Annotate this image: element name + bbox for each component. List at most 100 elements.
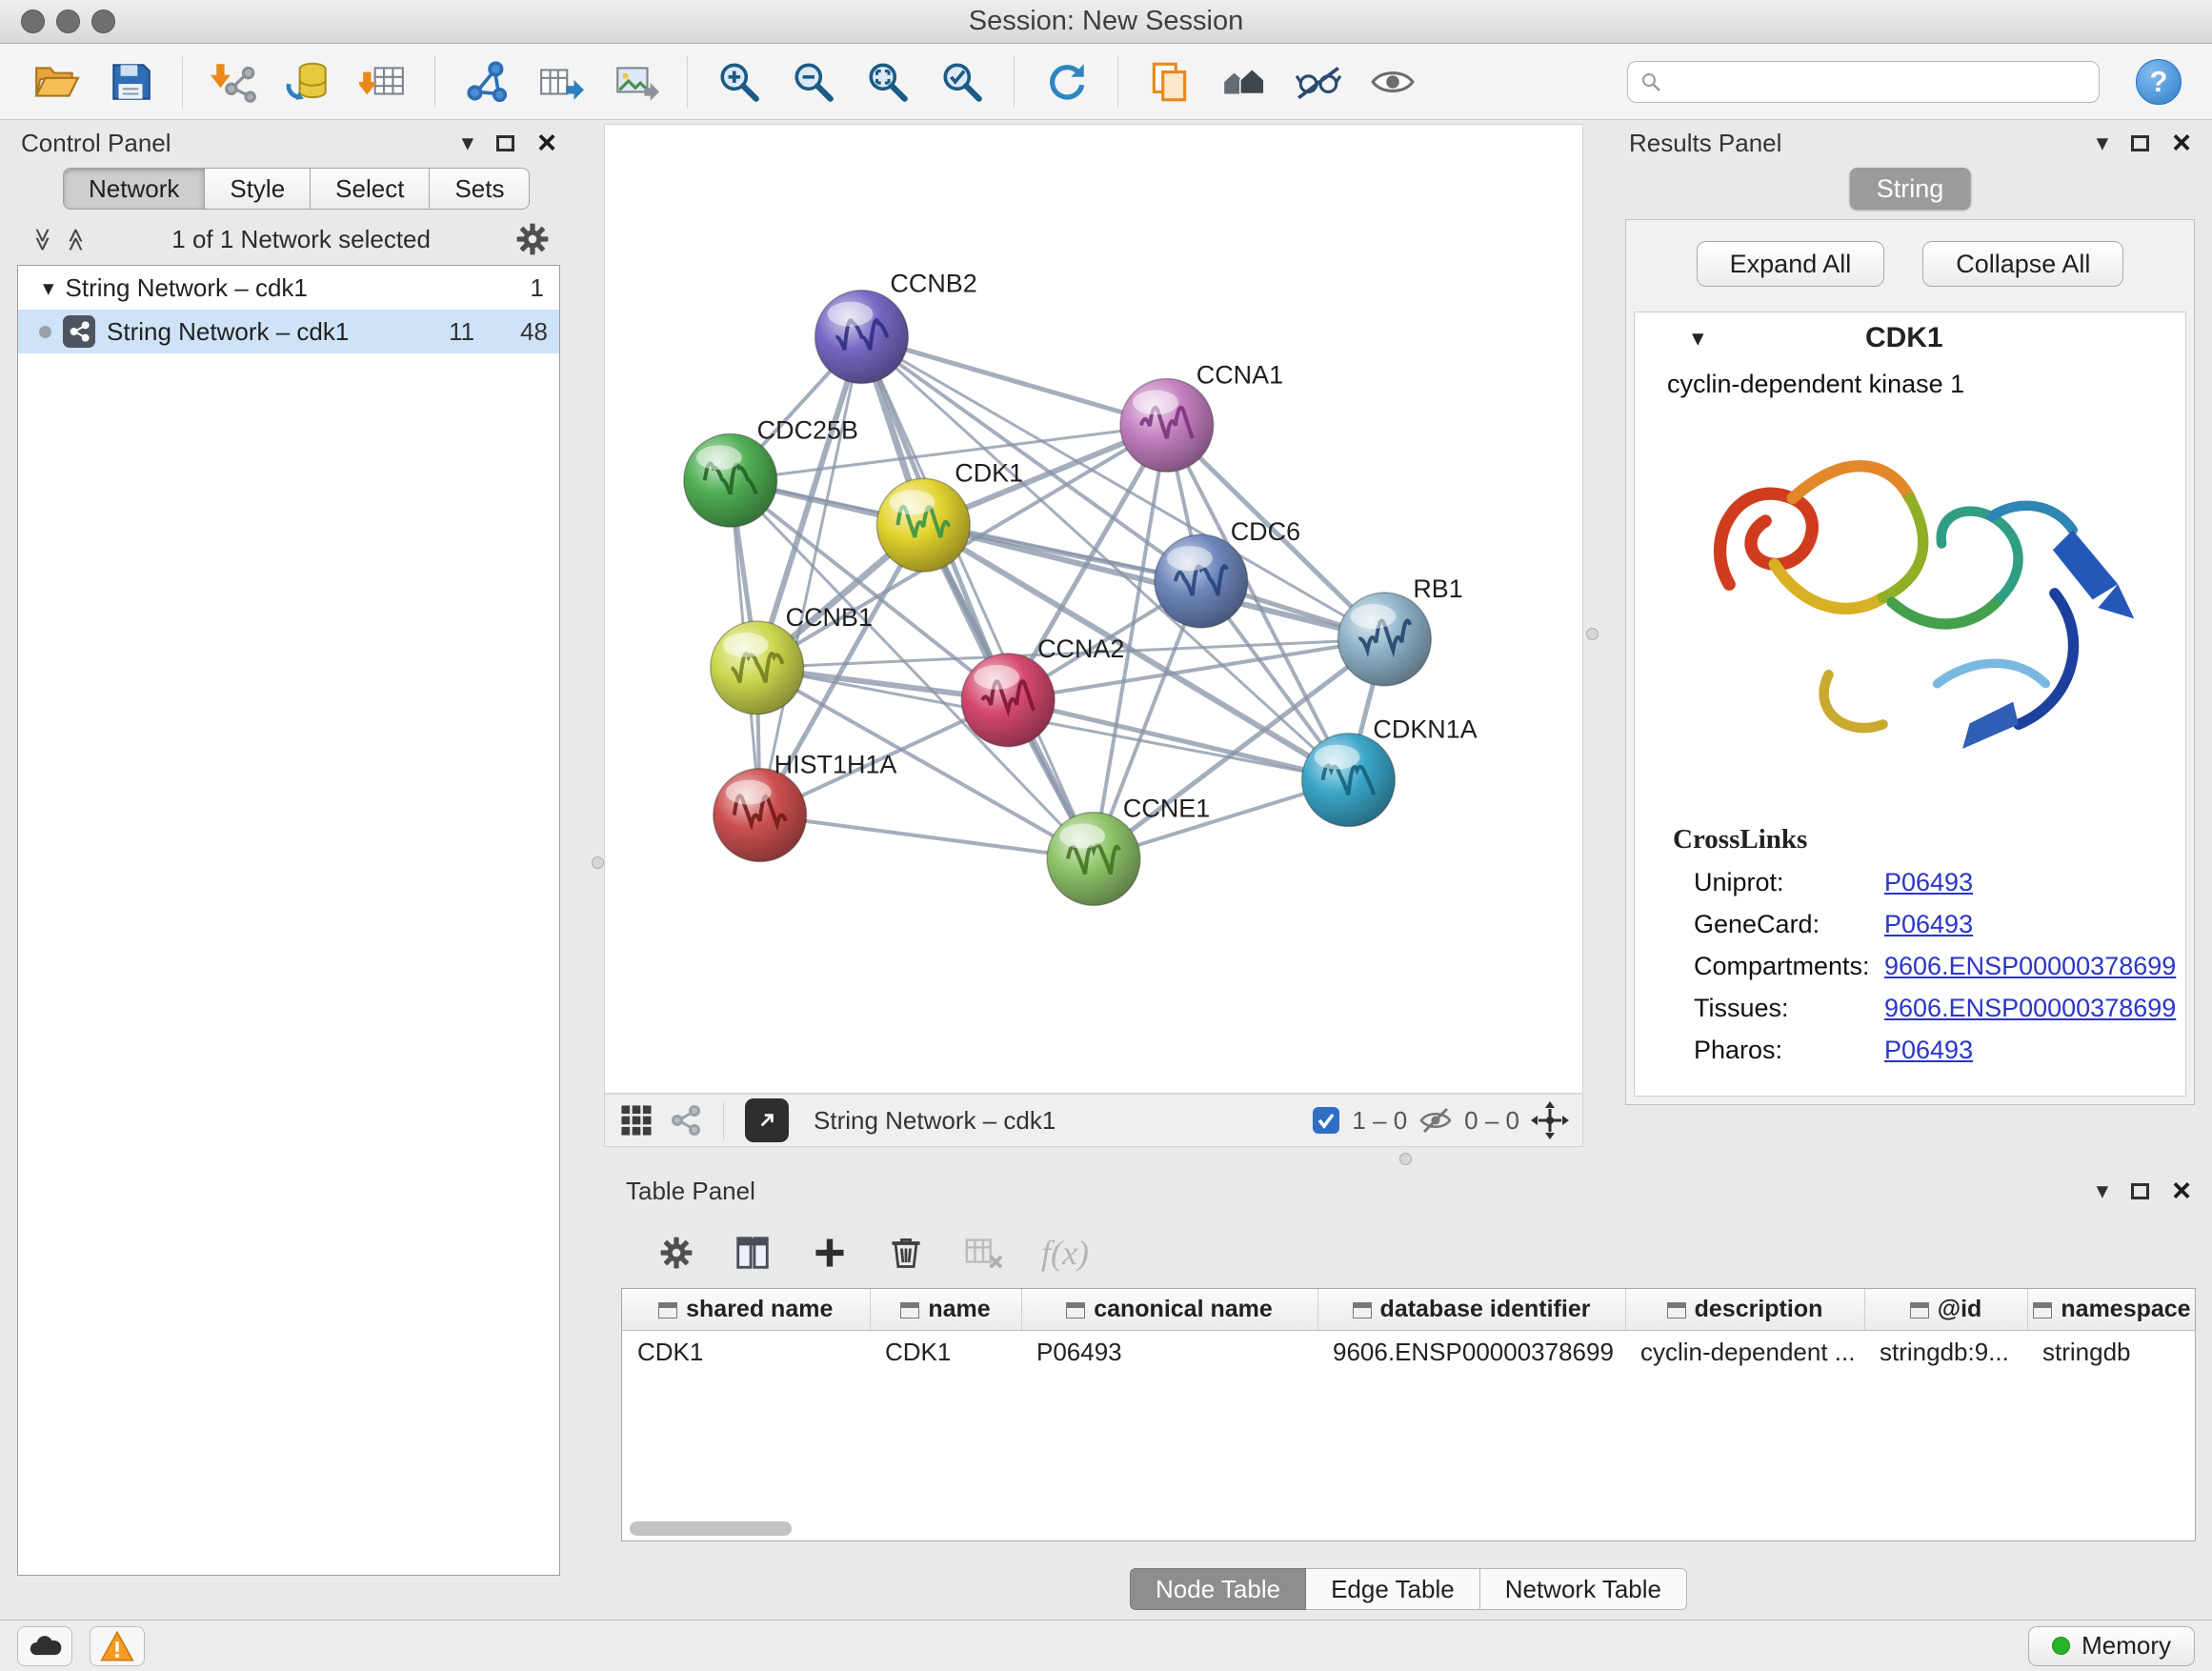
table-row[interactable]: CDK1CDK1P064939606.ENSP00000378699cyclin…: [622, 1330, 2196, 1374]
memory-button[interactable]: Memory: [2028, 1626, 2195, 1666]
network-node-HIST1H1A[interactable]: HIST1H1A: [714, 751, 897, 862]
table-cell[interactable]: CDK1: [622, 1330, 870, 1374]
refresh-button[interactable]: [1035, 51, 1097, 112]
tab-network[interactable]: Network: [63, 168, 205, 210]
column-header-namespace[interactable]: namespace: [2027, 1289, 2196, 1330]
horizontal-scrollbar[interactable]: [630, 1521, 2182, 1536]
fit-content-crosshair-icon[interactable]: [1531, 1101, 1569, 1139]
table-cell[interactable]: 9606.ENSP00000378699: [1317, 1330, 1625, 1374]
bottom-splitter-handle[interactable]: [1399, 1153, 1412, 1165]
table-cell[interactable]: cyclin-dependent ...: [1625, 1330, 1864, 1374]
table-cell[interactable]: stringdb: [2027, 1330, 2196, 1374]
network-node-CDK1[interactable]: CDK1: [876, 458, 1023, 572]
crosslink-link[interactable]: 9606.ENSP00000378699: [1884, 994, 2176, 1023]
cloud-button[interactable]: [17, 1626, 72, 1666]
panel-collapse-icon[interactable]: ▾: [2097, 131, 2109, 155]
tab-style[interactable]: Style: [205, 168, 311, 210]
column-header-name[interactable]: name: [870, 1289, 1021, 1330]
tree-expand-icon[interactable]: ▾: [43, 275, 54, 301]
network-edge[interactable]: [861, 337, 1094, 859]
export-table-button[interactable]: [530, 51, 593, 112]
selected-checkbox-icon[interactable]: [1312, 1106, 1340, 1135]
network-overview-icon[interactable]: [668, 1103, 702, 1137]
import-table-file-button[interactable]: [352, 51, 414, 112]
left-splitter-handle[interactable]: [592, 856, 604, 869]
panel-collapse-icon[interactable]: ▾: [2097, 1179, 2109, 1203]
collapse-all-icon[interactable]: ≫: [29, 227, 56, 251]
network-edge[interactable]: [760, 337, 862, 815]
network-node-CCNB2[interactable]: CCNB2: [815, 270, 977, 384]
panel-close-icon[interactable]: ×: [537, 127, 556, 159]
window-zoom-button[interactable]: [91, 10, 115, 33]
collapse-all-button[interactable]: Collapse All: [1922, 241, 2123, 287]
open-session-button[interactable]: [25, 51, 88, 112]
zoom-in-button[interactable]: [708, 51, 771, 112]
network-node-RB1[interactable]: RB1: [1337, 574, 1462, 686]
crosslink-link[interactable]: P06493: [1884, 910, 1973, 939]
search-input[interactable]: [1670, 67, 2087, 96]
panel-close-icon[interactable]: ×: [2172, 1175, 2191, 1207]
hide-dialogs-button[interactable]: [1287, 51, 1350, 112]
import-network-database-button[interactable]: [277, 51, 340, 112]
panel-float-icon[interactable]: [2131, 135, 2149, 151]
add-column-button[interactable]: [811, 1234, 849, 1272]
table-cell[interactable]: P06493: [1021, 1330, 1317, 1374]
column-header-database-identifier[interactable]: database identifier: [1317, 1289, 1625, 1330]
tab-node-table[interactable]: Node Table: [1130, 1568, 1306, 1610]
window-close-button[interactable]: [21, 10, 45, 33]
panel-float-icon[interactable]: [2131, 1183, 2149, 1199]
search-box[interactable]: [1627, 61, 2100, 103]
delete-column-button[interactable]: [887, 1234, 925, 1272]
tab-sets[interactable]: Sets: [430, 168, 530, 210]
network-node-CCNA1[interactable]: CCNA1: [1120, 360, 1283, 472]
zoom-selected-button[interactable]: [931, 51, 994, 112]
function-builder-button[interactable]: f(x): [1041, 1233, 1089, 1273]
save-session-button[interactable]: [99, 51, 162, 112]
help-button[interactable]: ?: [2136, 59, 2182, 105]
column-header-description[interactable]: description: [1625, 1289, 1864, 1330]
column-header--id[interactable]: @id: [1864, 1289, 2027, 1330]
home-button[interactable]: [1213, 51, 1276, 112]
network-row[interactable]: String Network – cdk1 11 48: [18, 310, 559, 353]
export-image-button[interactable]: [604, 51, 667, 112]
zoom-fit-button[interactable]: [856, 51, 919, 112]
window-minimize-button[interactable]: [56, 10, 80, 33]
tab-string[interactable]: String: [1850, 168, 1971, 210]
expand-all-button[interactable]: Expand All: [1697, 241, 1885, 287]
warnings-button[interactable]: [90, 1626, 145, 1666]
network-node-CDKN1A[interactable]: CDKN1A: [1302, 715, 1478, 827]
section-collapse-icon[interactable]: ▾: [1692, 324, 1704, 352]
zoom-out-button[interactable]: [782, 51, 845, 112]
table-options-button[interactable]: [658, 1235, 694, 1271]
crosslink-link[interactable]: P06493: [1884, 1036, 1973, 1065]
tab-network-table[interactable]: Network Table: [1480, 1568, 1687, 1610]
birdseye-grid-icon[interactable]: [618, 1102, 654, 1138]
network-options-gear-icon[interactable]: [514, 221, 551, 257]
network-edge[interactable]: [760, 815, 1094, 859]
tab-edge-table[interactable]: Edge Table: [1306, 1568, 1480, 1610]
panel-float-icon[interactable]: [496, 135, 514, 151]
copy-button[interactable]: [1138, 51, 1201, 112]
open-in-window-button[interactable]: [745, 1098, 789, 1142]
expand-all-icon[interactable]: ≫: [62, 227, 90, 251]
column-header-shared-name[interactable]: shared name: [622, 1289, 870, 1330]
import-network-file-button[interactable]: [203, 51, 266, 112]
column-header-canonical-name[interactable]: canonical name: [1021, 1289, 1317, 1330]
panel-close-icon[interactable]: ×: [2172, 127, 2191, 159]
hidden-eye-slash-icon[interactable]: [1418, 1103, 1453, 1137]
scrollbar-thumb[interactable]: [630, 1521, 792, 1536]
show-columns-button[interactable]: [733, 1233, 773, 1273]
network-edge[interactable]: [861, 337, 1166, 426]
network-canvas[interactable]: CCNB2CCNA1CDC25BCDK1CDC6RB1CCNB1CCNA2CDK…: [604, 124, 1583, 1094]
panel-collapse-icon[interactable]: ▾: [462, 131, 474, 155]
delete-table-button[interactable]: [963, 1233, 1003, 1273]
table-cell[interactable]: CDK1: [870, 1330, 1021, 1374]
tab-select[interactable]: Select: [311, 168, 430, 210]
network-graph[interactable]: CCNB2CCNA1CDC25BCDK1CDC6RB1CCNB1CCNA2CDK…: [605, 125, 1582, 1093]
right-splitter-handle[interactable]: [1586, 628, 1599, 640]
show-button[interactable]: [1361, 51, 1424, 112]
new-network-button[interactable]: [455, 51, 518, 112]
crosslink-link[interactable]: 9606.ENSP00000378699: [1884, 952, 2176, 981]
table-cell[interactable]: stringdb:9...: [1864, 1330, 2027, 1374]
network-collection-row[interactable]: ▾ String Network – cdk1 1: [18, 266, 559, 310]
